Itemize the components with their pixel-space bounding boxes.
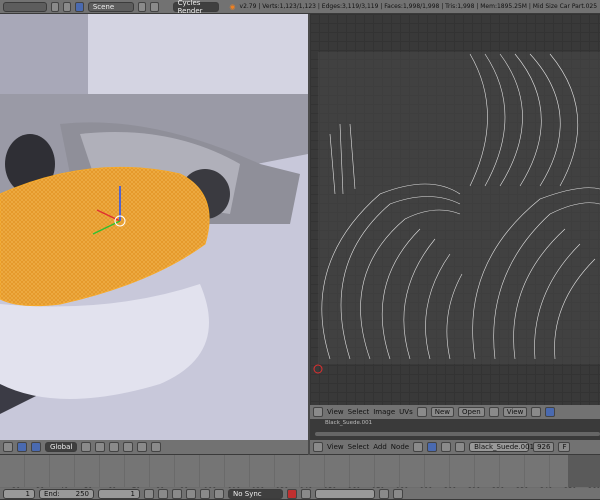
scrollbar[interactable] [315, 432, 600, 436]
stats-text: v2.79 | Verts:1,123/1,123 | Edges:3,119/… [239, 3, 598, 10]
close-icon[interactable] [150, 1, 159, 12]
editor-type-icon[interactable] [313, 407, 323, 417]
record-icon[interactable] [287, 488, 297, 499]
image-browse-icon[interactable] [416, 407, 427, 417]
orientation-select[interactable]: Global [45, 442, 77, 452]
material-label: Black_Suede.001 [325, 420, 373, 426]
keying-set-field[interactable] [315, 488, 375, 499]
pin-icon[interactable] [488, 407, 499, 417]
users-count[interactable]: 926 [533, 442, 555, 452]
node-header: View Select Add Node Black_Suede.001 926… [310, 440, 600, 455]
layer-icon[interactable] [81, 442, 91, 452]
info-header: Scene Cycles Render ◉ v2.79 | Verts:1,12… [0, 0, 600, 15]
menu-image[interactable]: Image [373, 408, 395, 416]
material-icon[interactable] [455, 442, 466, 452]
menu-add[interactable]: Add [373, 443, 387, 451]
view-mode-select[interactable]: View [502, 407, 528, 417]
scene-render [0, 14, 308, 440]
viewport-header: Global [0, 440, 308, 455]
scene-icon[interactable] [75, 1, 84, 12]
timeline-header: 1 End: 250 1 No Sync [0, 488, 600, 500]
end-label: End: [44, 489, 60, 498]
menu-view[interactable]: View [327, 408, 344, 416]
scene-field[interactable]: Scene [87, 1, 134, 12]
menu-node[interactable]: Node [391, 443, 409, 451]
translate-icon[interactable] [31, 442, 41, 452]
editor-type-icon[interactable] [313, 442, 323, 452]
menu-view[interactable]: View [327, 443, 344, 451]
pivot-icon[interactable] [531, 407, 542, 417]
sync-select[interactable]: No Sync [228, 488, 283, 499]
object-icon[interactable] [427, 442, 438, 452]
layer-icon[interactable] [95, 442, 105, 452]
fake-user-button[interactable]: F [558, 442, 571, 452]
menu-select[interactable]: Select [348, 443, 370, 451]
uv-editor[interactable] [310, 14, 600, 405]
insert-key-icon[interactable] [379, 488, 389, 499]
blender-logo-icon: ◉ [229, 2, 236, 11]
play-reverse-icon[interactable] [172, 488, 182, 499]
3d-viewport[interactable] [0, 14, 308, 440]
play-icon[interactable] [186, 488, 196, 499]
world-icon[interactable] [441, 442, 452, 452]
uv-header: View Select Image UVs New Open View [310, 405, 600, 420]
node-editor[interactable]: Black_Suede.001 [310, 420, 600, 440]
sync-icon[interactable] [545, 407, 556, 417]
add-icon[interactable] [50, 1, 59, 12]
timeline[interactable] [0, 455, 600, 487]
manipulator-icon[interactable] [17, 442, 27, 452]
material-field[interactable]: Black_Suede.001 [469, 442, 534, 452]
layout-field[interactable] [3, 1, 47, 12]
proportional-icon[interactable] [137, 442, 147, 452]
jump-end-icon[interactable] [214, 488, 224, 499]
new-image-button[interactable]: New [430, 407, 455, 417]
start-frame-field[interactable]: 1 [3, 488, 35, 499]
jump-start-icon[interactable] [144, 488, 154, 499]
add-icon[interactable] [137, 1, 147, 12]
end-frame-field[interactable]: End: 250 [39, 488, 94, 499]
snap-icon[interactable] [123, 442, 133, 452]
menu-select[interactable]: Select [348, 408, 370, 416]
uv-layout [313, 52, 600, 374]
keying-icon[interactable] [301, 488, 311, 499]
close-icon[interactable] [63, 1, 72, 12]
out-of-range [568, 455, 600, 487]
current-frame-field[interactable]: 1 [98, 488, 140, 499]
open-image-button[interactable]: Open [458, 407, 485, 417]
pivot-icon[interactable] [109, 442, 119, 452]
render-icon[interactable] [151, 442, 161, 452]
end-value: 250 [75, 489, 89, 498]
shader-icon[interactable] [413, 442, 424, 452]
mode-icon[interactable] [3, 442, 13, 452]
delete-key-icon[interactable] [393, 488, 403, 499]
menu-uvs[interactable]: UVs [399, 408, 413, 416]
render-engine-select[interactable]: Cycles Render [172, 0, 220, 15]
prev-key-icon[interactable] [158, 488, 168, 499]
next-key-icon[interactable] [200, 488, 210, 499]
